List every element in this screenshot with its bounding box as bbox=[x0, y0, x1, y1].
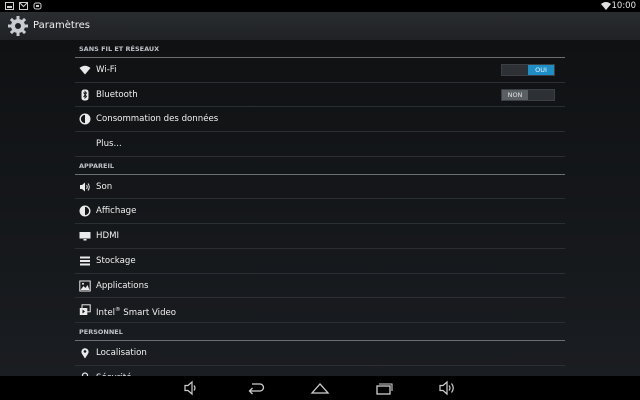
back-icon[interactable] bbox=[246, 379, 266, 397]
smart-video-label: Smart Video bbox=[120, 308, 177, 319]
section-header-device: APPAREIL bbox=[75, 157, 565, 175]
setting-item-sound[interactable]: Son bbox=[75, 175, 565, 200]
setting-label: Wi-Fi bbox=[96, 65, 117, 75]
action-bar: Paramètres bbox=[0, 12, 640, 41]
setting-label: Affichage bbox=[96, 206, 137, 217]
volume-down-icon[interactable] bbox=[181, 379, 201, 397]
setting-item-location[interactable]: Localisation bbox=[75, 341, 565, 366]
setting-item-hdmi[interactable]: HDMI bbox=[75, 224, 565, 249]
email-icon bbox=[19, 2, 28, 10]
storage-icon bbox=[80, 256, 90, 266]
setting-item-wifi[interactable]: Wi-Fi OUI bbox=[75, 58, 565, 83]
intel-label: Intel bbox=[96, 308, 116, 319]
brightness-icon bbox=[79, 205, 91, 217]
setting-label: HDMI bbox=[96, 231, 120, 242]
setting-label: Son bbox=[96, 181, 113, 192]
settings-list: SANS FIL ET RÉSEAUX Wi-Fi OUI Bluetooth … bbox=[75, 40, 565, 376]
data-usage-icon bbox=[79, 113, 91, 125]
monitor-icon bbox=[79, 232, 91, 241]
wifi-icon bbox=[79, 65, 91, 75]
wifi-toggle-state: OUI bbox=[528, 65, 554, 75]
setting-label: Intel® Smart Video bbox=[96, 298, 176, 325]
screenshot-icon bbox=[5, 2, 14, 10]
settings-content[interactable]: SANS FIL ET RÉSEAUX Wi-Fi OUI Bluetooth … bbox=[0, 40, 640, 376]
setting-item-intel-smart-video[interactable]: Intel® Smart Video bbox=[75, 298, 565, 323]
bluetooth-toggle-state: NON bbox=[502, 89, 528, 100]
bluetooth-icon bbox=[81, 89, 89, 101]
sound-icon bbox=[80, 182, 90, 192]
setting-label: Bluetooth bbox=[96, 89, 138, 100]
setting-label: Plus... bbox=[96, 139, 122, 150]
section-header-wireless: SANS FIL ET RÉSEAUX bbox=[75, 40, 565, 58]
usb-debug-icon bbox=[33, 2, 42, 10]
page-title: Paramètres bbox=[33, 20, 91, 31]
setting-item-more[interactable]: Plus... bbox=[75, 132, 565, 157]
setting-item-apps[interactable]: Applications bbox=[75, 274, 565, 299]
location-pin-icon bbox=[81, 348, 89, 359]
volume-up-icon[interactable] bbox=[438, 379, 458, 397]
setting-label: Localisation bbox=[96, 347, 147, 358]
setting-item-display[interactable]: Affichage bbox=[75, 199, 565, 225]
clock: 10:00 bbox=[611, 1, 637, 11]
recents-icon[interactable] bbox=[374, 379, 394, 397]
bluetooth-toggle[interactable]: NON bbox=[501, 88, 555, 101]
navigation-bar bbox=[0, 376, 640, 400]
setting-label: Stockage bbox=[96, 255, 136, 266]
apps-image-icon bbox=[79, 280, 91, 291]
home-icon[interactable] bbox=[310, 379, 330, 397]
status-bar: 10:00 bbox=[0, 0, 640, 12]
setting-item-storage[interactable]: Stockage bbox=[75, 249, 565, 274]
setting-item-security[interactable]: Sécurité bbox=[75, 366, 565, 376]
wifi-toggle[interactable]: OUI bbox=[501, 64, 555, 76]
section-header-personal: PERSONNEL bbox=[75, 323, 565, 341]
setting-label: Applications bbox=[96, 280, 149, 291]
setting-label: Consommation des données bbox=[96, 114, 219, 125]
wifi-status-icon bbox=[601, 2, 611, 10]
settings-gear-icon[interactable] bbox=[7, 15, 29, 37]
setting-item-bluetooth[interactable]: Bluetooth NON bbox=[75, 83, 565, 108]
video-icon bbox=[79, 304, 91, 316]
setting-label: Sécurité bbox=[96, 366, 132, 376]
setting-item-data-usage[interactable]: Consommation des données bbox=[75, 107, 565, 133]
